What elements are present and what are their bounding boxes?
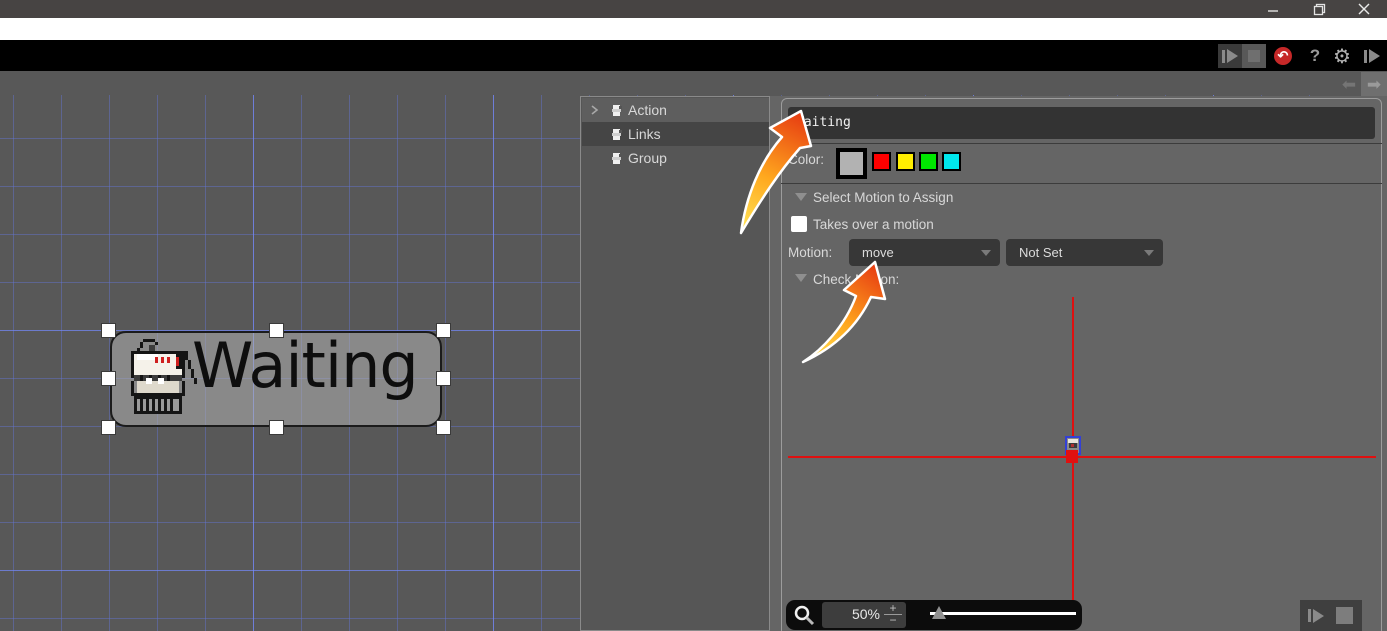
preview-playback-bar: [1300, 600, 1362, 631]
preview-stop-icon[interactable]: [1336, 607, 1353, 624]
inspector-panel: Waiting Color: Select Motion to Assign T…: [770, 96, 1387, 631]
color-swatch-yellow[interactable]: [896, 152, 915, 171]
forward-arrow-icon: ➡: [1366, 75, 1382, 94]
selection-handle-ne[interactable]: [436, 323, 451, 338]
selection-handle-se[interactable]: [436, 420, 451, 435]
tree-item-action[interactable]: Action: [582, 98, 769, 122]
minimize-button[interactable]: [1262, 2, 1284, 16]
menu-strip: [0, 18, 1387, 40]
target-dropdown-value: Not Set: [1019, 245, 1063, 260]
separator: [781, 143, 1382, 144]
state-name-input[interactable]: Waiting: [788, 107, 1375, 139]
chevron-right-icon: [591, 105, 599, 115]
help-icon: ?: [1309, 46, 1321, 65]
zoom-slider-thumb[interactable]: [932, 606, 946, 619]
zoom-slider-track[interactable]: [930, 612, 1076, 615]
takes-over-checkbox[interactable]: [791, 216, 807, 232]
stop-button[interactable]: [1242, 44, 1266, 68]
node-icon: [612, 104, 622, 116]
zoom-minus-button[interactable]: −: [884, 614, 902, 626]
select-motion-header: Select Motion to Assign: [813, 190, 954, 205]
color-swatch-green[interactable]: [919, 152, 938, 171]
app-window: ↶ ? ⚙ ⬅ ➡ Waiting Action Links Group Wai…: [0, 0, 1387, 631]
help-button[interactable]: ?: [1303, 44, 1327, 68]
takes-over-label: Takes over a motion: [813, 217, 934, 232]
chevron-down-icon: [981, 250, 991, 256]
minimize-icon: [1268, 10, 1278, 12]
selection-handle-n[interactable]: [269, 323, 284, 338]
title-bar: [0, 0, 1387, 18]
nav-forward-button[interactable]: ➡: [1361, 72, 1387, 97]
selection-handle-w[interactable]: [101, 371, 116, 386]
canvas-top-margin: [0, 71, 1387, 95]
node-icon: [612, 128, 622, 140]
record-reset-button[interactable]: ↶: [1274, 47, 1292, 65]
color-swatch-gray-selected[interactable]: [836, 148, 867, 179]
node-sprite: [131, 339, 197, 414]
play-triangle-icon: [1227, 49, 1238, 63]
settings-button[interactable]: ⚙: [1330, 44, 1354, 68]
selection-handle-nw[interactable]: [101, 323, 116, 338]
step-forward-button[interactable]: [1360, 44, 1384, 68]
nav-back-button[interactable]: ⬅: [1337, 73, 1361, 97]
restore-icon: [1313, 3, 1325, 15]
color-swatch-cyan[interactable]: [942, 152, 961, 171]
tree-item-label: Links: [628, 126, 661, 142]
zoom-value-field[interactable]: 50% + −: [822, 602, 906, 628]
crosshair-horizontal-line: [788, 456, 1376, 458]
collapse-triangle-icon[interactable]: [795, 274, 807, 282]
tree-item-links[interactable]: Links: [582, 122, 769, 146]
motion-dropdown[interactable]: move: [849, 239, 1000, 266]
color-label: Color:: [788, 152, 825, 167]
chevron-down-icon: [1144, 250, 1154, 256]
selection-handle-s[interactable]: [269, 420, 284, 435]
back-arrow-icon: ⬅: [1341, 75, 1357, 94]
tree-panel: Action Links Group: [580, 96, 770, 631]
tree-item-label: Group: [628, 150, 667, 166]
main-toolbar: ↶ ? ⚙: [0, 40, 1387, 71]
check-motion-header: Check Motion:: [813, 272, 900, 287]
tree-item-group[interactable]: Group: [582, 146, 769, 170]
close-icon: [1358, 3, 1370, 15]
step-triangle-icon: [1369, 49, 1380, 63]
preview-origin-marker: [1066, 450, 1078, 463]
preview-play-bar-icon[interactable]: [1308, 609, 1311, 622]
zoom-control: 50% + −: [786, 600, 1082, 630]
close-button[interactable]: [1353, 2, 1375, 16]
tree-item-label: Action: [628, 102, 667, 118]
inspector-groupbox: [781, 98, 1382, 631]
selection-handle-e[interactable]: [436, 371, 451, 386]
step-bar-icon: [1364, 49, 1367, 63]
motion-label: Motion:: [788, 245, 833, 260]
collapse-triangle-icon[interactable]: [795, 193, 807, 201]
stop-icon: [1248, 50, 1260, 62]
zoom-value: 50%: [851, 606, 880, 622]
magnifier-icon: [794, 605, 815, 626]
target-dropdown[interactable]: Not Set: [1006, 239, 1163, 266]
node-label: Waiting: [192, 329, 419, 402]
gear-icon: ⚙: [1333, 45, 1351, 68]
selection-handle-sw[interactable]: [101, 420, 116, 435]
play-step-icon: [1222, 49, 1225, 63]
restore-button[interactable]: [1308, 2, 1330, 16]
node-icon: [612, 152, 622, 164]
undo-arrow-icon: ↶: [1277, 48, 1289, 63]
motion-dropdown-value: move: [862, 245, 894, 260]
separator: [781, 183, 1382, 184]
play-button[interactable]: [1218, 44, 1242, 68]
color-swatch-red[interactable]: [872, 152, 891, 171]
preview-play-icon[interactable]: [1313, 608, 1324, 623]
